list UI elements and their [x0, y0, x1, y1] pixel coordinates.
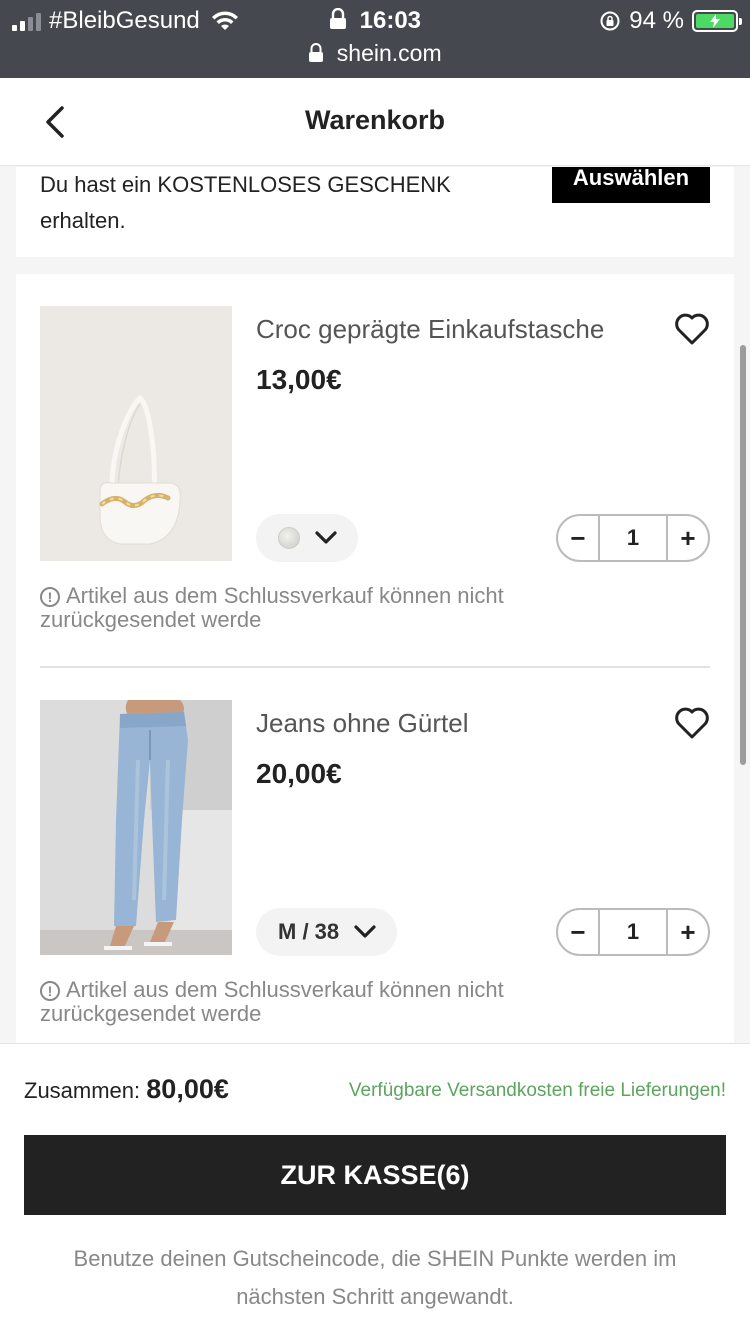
select-gift-button[interactable]: Auswählen — [552, 167, 710, 203]
carrier-label: #BleibGesund — [49, 7, 200, 34]
cart-list: Croc geprägte Einkaufstasche 13,00€ − 1 … — [16, 274, 734, 1043]
cart-page: #BleibGesund 16:03 94 % shein.com Warenk… — [0, 0, 750, 1334]
exclamation-icon: ! — [40, 587, 60, 607]
quantity-stepper: − 1 + — [556, 908, 710, 956]
quantity-value[interactable]: 1 — [598, 516, 668, 560]
lock-icon — [309, 43, 324, 62]
product-price: 13,00€ — [256, 364, 342, 395]
increase-quantity-button[interactable]: + — [668, 516, 708, 560]
cart-item: Croc geprägte Einkaufstasche 13,00€ − 1 … — [16, 274, 734, 668]
product-name[interactable]: Jeans ohne Gürtel — [256, 708, 468, 739]
battery-icon — [692, 10, 742, 32]
decrease-quantity-button[interactable]: − — [558, 516, 598, 560]
size-label: M / 38 — [278, 919, 340, 944]
quantity-stepper: − 1 + — [556, 514, 710, 562]
checkout-footer: Zusammen: 80,00€ Verfügbare Versandkoste… — [0, 1043, 750, 1334]
page-header: Warenkorb — [0, 78, 750, 166]
checkout-button[interactable]: ZUR KASSE(6) — [24, 1135, 726, 1215]
product-image-jeans[interactable] — [40, 700, 232, 955]
cart-item: Jeans ohne Gürtel 20,00€ M / 38 − 1 + ! A… — [16, 668, 734, 1043]
url-text: shein.com — [336, 40, 442, 66]
exclamation-icon: ! — [40, 981, 60, 1001]
cart-content[interactable]: Du hast ein KOSTENLOSES GESCHENK erhalte… — [0, 167, 750, 1043]
status-bar: #BleibGesund 16:03 94 % shein.com — [0, 0, 750, 78]
color-swatch — [278, 527, 300, 549]
wifi-icon — [211, 11, 238, 30]
decrease-quantity-button[interactable]: − — [558, 910, 598, 954]
final-sale-note: ! Artikel aus dem Schlussverkauf können n… — [40, 583, 504, 632]
quantity-value[interactable]: 1 — [598, 910, 668, 954]
heart-icon[interactable] — [674, 312, 710, 346]
clock: 16:03 — [359, 7, 422, 34]
chevron-down-icon — [315, 531, 337, 544]
page-title: Warenkorb — [304, 105, 446, 135]
total-label: Zusammen: — [24, 1078, 141, 1103]
heart-icon[interactable] — [674, 706, 710, 740]
chevron-down-icon — [354, 925, 376, 938]
lock-icon — [329, 8, 346, 29]
product-price: 20,00€ — [256, 758, 342, 789]
variant-selector[interactable]: M / 38 — [256, 908, 398, 956]
scrollbar[interactable] — [740, 345, 746, 765]
signal-icon — [12, 11, 41, 31]
url-bar[interactable]: shein.com — [0, 40, 750, 67]
total-summary: Zusammen: 80,00€ — [24, 1074, 229, 1105]
variant-selector[interactable] — [256, 514, 358, 562]
final-sale-note: ! Artikel aus dem Schlussverkauf können n… — [40, 977, 504, 1026]
rotation-lock-icon — [600, 11, 620, 31]
gift-text: Du hast ein KOSTENLOSES GESCHENK erhalte… — [40, 172, 451, 233]
total-value: 80,00€ — [146, 1074, 229, 1104]
increase-quantity-button[interactable]: + — [668, 910, 708, 954]
product-name[interactable]: Croc geprägte Einkaufstasche — [256, 314, 604, 345]
shipping-note: Verfügbare Versandkosten freie Lieferung… — [348, 1080, 726, 1101]
coupon-hint: Benutze deinen Gutscheincode, die SHEIN … — [73, 1246, 677, 1309]
gift-banner: Du hast ein KOSTENLOSES GESCHENK erhalte… — [16, 167, 734, 257]
battery-percent: 94 % — [629, 7, 684, 34]
product-image-bag[interactable] — [40, 306, 232, 561]
